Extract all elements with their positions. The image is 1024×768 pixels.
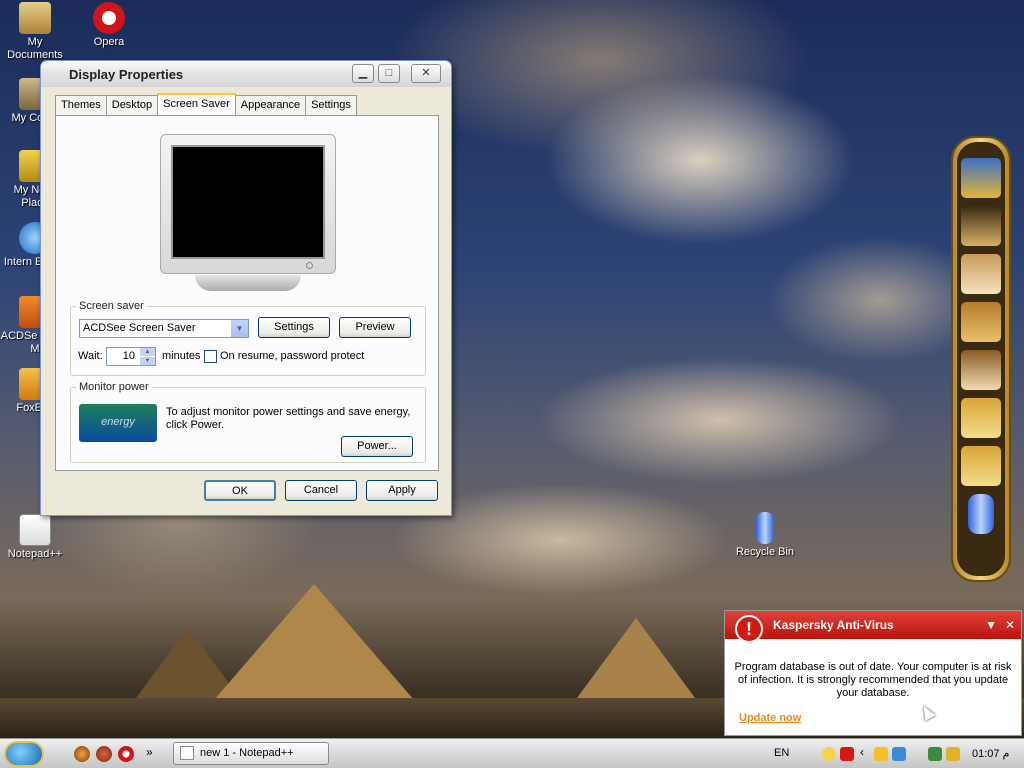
language-indicator[interactable]: EN	[774, 747, 789, 759]
desktop-icon-my-documents[interactable]: My Documents	[0, 2, 70, 62]
wait-minutes-stepper[interactable]: 10 ▲ ▼	[106, 347, 156, 366]
notification-body: Program database is out of date. Your co…	[734, 661, 1012, 699]
spin-up-icon[interactable]: ▲	[140, 348, 155, 356]
desktop-icon-label: My Documents	[7, 36, 63, 61]
pyramid-center	[214, 584, 414, 700]
recycle-bin-icon	[756, 512, 774, 544]
taskbar-button-notepadpp[interactable]: new 1 - Notepad++	[173, 742, 329, 765]
book-icon[interactable]	[961, 350, 1001, 390]
tab-appearance[interactable]: Appearance	[234, 95, 307, 115]
ok-button[interactable]: OK	[204, 480, 276, 501]
tab-strip: Themes Desktop Screen Saver Appearance S…	[55, 93, 357, 115]
title-bar[interactable]: Display Properties ▁ □ ✕	[41, 61, 451, 87]
close-button[interactable]: ✕	[411, 64, 441, 83]
desktop-icon-recycle-bin[interactable]: Recycle Bin	[730, 512, 800, 559]
screen-saver-group-label: Screen saver	[79, 300, 144, 312]
notification-menu-icon[interactable]: ▼	[985, 611, 997, 639]
opera-icon	[93, 2, 125, 34]
cancel-button[interactable]: Cancel	[285, 480, 357, 501]
minutes-label: minutes	[162, 350, 201, 362]
desktop-icon-label: Opera	[93, 36, 125, 48]
password-protect-checkbox[interactable]	[204, 350, 217, 363]
tray-shield-icon[interactable]	[874, 747, 888, 761]
spin-down-icon[interactable]: ▼	[140, 357, 155, 365]
monitor-screen	[171, 145, 325, 259]
monitor-stand	[195, 275, 301, 291]
pharaoh-icon[interactable]	[961, 158, 1001, 198]
wait-label: Wait:	[78, 350, 103, 362]
update-now-link[interactable]: Update now	[739, 712, 801, 724]
chevron-down-icon[interactable]: ▼	[231, 320, 248, 337]
quicklaunch-firefox-icon[interactable]	[74, 746, 90, 762]
taskbar-button-label: new 1 - Notepad++	[200, 747, 294, 759]
screen-saver-panel: Screen saver ACDSee Screen Saver ▼ Setti…	[55, 115, 439, 471]
energy-star-logo: energy	[79, 404, 157, 442]
alert-icon: !	[735, 615, 763, 643]
password-protect-label: On resume, password protect	[220, 350, 365, 362]
pyramids-icon[interactable]	[961, 206, 1001, 246]
screen-saver-select-value: ACDSee Screen Saver	[83, 322, 196, 334]
quicklaunch-opera-icon[interactable]	[118, 746, 134, 762]
taskbar: » new 1 - Notepad++ EN ‹ م 01:07	[0, 738, 1024, 768]
monitor-power-group-label: Monitor power	[79, 381, 149, 393]
power-button[interactable]: Power...	[341, 436, 413, 457]
desktop-icon-notepadpp[interactable]: Notepad++	[0, 514, 70, 561]
tray-expand-icon[interactable]: ‹	[860, 745, 864, 759]
screen-saver-settings-button[interactable]: Settings	[258, 317, 330, 338]
recycle-bin-icon[interactable]	[968, 494, 994, 534]
notepad-icon	[19, 514, 51, 546]
notepad-icon	[180, 746, 194, 760]
tray-network-icon[interactable]	[892, 747, 906, 761]
maximize-button[interactable]: □	[378, 64, 400, 83]
tab-screen-saver[interactable]: Screen Saver	[157, 93, 236, 115]
folder-icon	[19, 2, 51, 34]
monitor-power-text: To adjust monitor power settings and sav…	[166, 406, 411, 431]
monitor-power-led	[306, 262, 313, 269]
desktop-icon-opera[interactable]: Opera	[74, 2, 144, 49]
screen-saver-select[interactable]: ACDSee Screen Saver ▼	[79, 319, 249, 338]
dock-bar	[951, 136, 1011, 582]
tab-settings[interactable]: Settings	[305, 95, 357, 115]
notification-title: Kaspersky Anti-Virus	[773, 618, 894, 632]
quicklaunch-app-icon[interactable]	[96, 746, 112, 762]
apply-button[interactable]: Apply	[366, 480, 438, 501]
desktop-icon-label: Recycle Bin	[735, 546, 795, 558]
tab-desktop[interactable]: Desktop	[105, 95, 159, 115]
energy-star-text: energy	[101, 416, 135, 428]
screen-saver-preview-button[interactable]: Preview	[339, 317, 411, 338]
monitor-preview	[160, 134, 336, 291]
tray-pencil-icon[interactable]	[946, 747, 960, 761]
window-title: Display Properties	[69, 66, 184, 82]
tab-themes[interactable]: Themes	[55, 95, 107, 115]
tray-kaspersky-icon[interactable]	[840, 747, 854, 761]
start-button[interactable]	[4, 741, 44, 767]
harp-icon[interactable]	[961, 302, 1001, 342]
pyramid-right	[574, 618, 698, 702]
quicklaunch-overflow-icon[interactable]: »	[146, 745, 153, 759]
display-properties-window: Display Properties ▁ □ ✕ Themes Desktop …	[40, 60, 452, 516]
wait-minutes-value: 10	[122, 350, 135, 362]
mouse-cursor-icon	[918, 702, 936, 722]
registry-icon[interactable]	[961, 446, 1001, 486]
scribe-icon[interactable]	[961, 254, 1001, 294]
notification-close-icon[interactable]: ✕	[1005, 611, 1015, 639]
clock: م 01:07	[972, 748, 1010, 760]
tray-emoticon-icon[interactable]	[822, 747, 836, 761]
minimize-button[interactable]: ▁	[352, 64, 374, 83]
tools-icon[interactable]	[961, 398, 1001, 438]
desktop-icon-label: Notepad++	[7, 548, 63, 560]
kaspersky-notification: ! Kaspersky Anti-Virus ▼ ✕ Program datab…	[724, 610, 1022, 736]
notification-header: ! Kaspersky Anti-Virus ▼ ✕	[725, 611, 1021, 643]
tray-printer-icon[interactable]	[928, 747, 942, 761]
